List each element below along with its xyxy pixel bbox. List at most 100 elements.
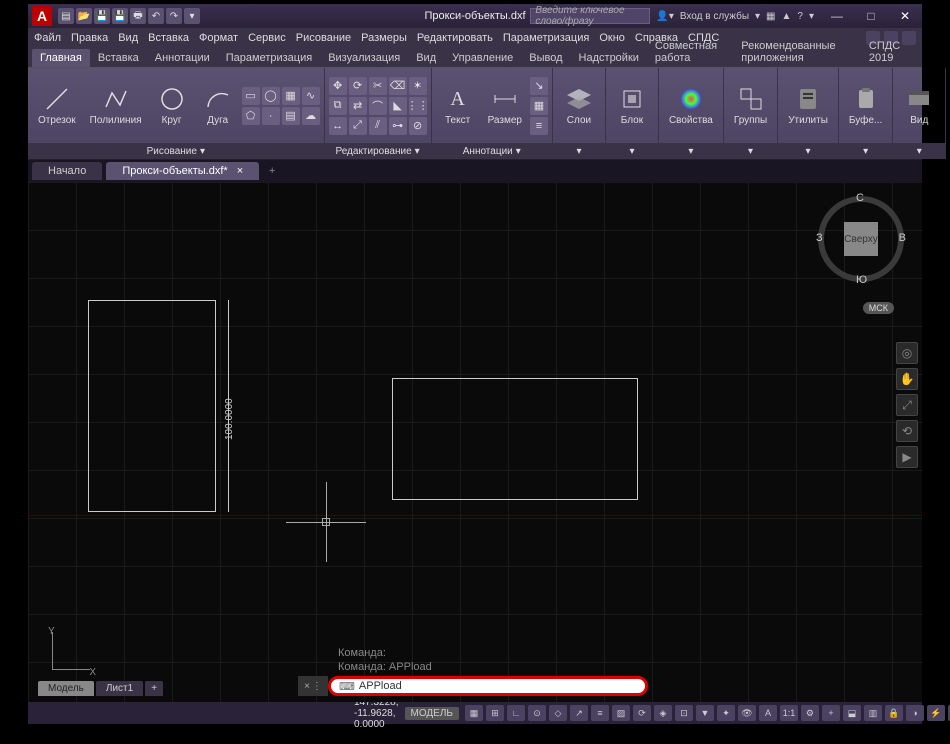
menu-window[interactable]: Окно bbox=[599, 32, 625, 44]
autoscale-icon[interactable]: A bbox=[759, 705, 777, 721]
menu-draw[interactable]: Рисование bbox=[296, 32, 351, 44]
annotation-monitor-icon[interactable]: + bbox=[822, 705, 840, 721]
mirror-icon[interactable]: ⇄ bbox=[349, 97, 367, 115]
annotation-visibility-icon[interactable]: 👁 bbox=[738, 705, 756, 721]
erase-icon[interactable]: ⌫ bbox=[389, 77, 407, 95]
help-search-input[interactable]: Введите ключевое слово/фразу bbox=[530, 8, 650, 24]
ribbontab-annotate[interactable]: Аннотации bbox=[147, 49, 218, 67]
wcs-badge[interactable]: МСК bbox=[863, 302, 894, 314]
layout-sheet1[interactable]: Лист1 bbox=[96, 681, 143, 696]
help-icon[interactable]: ? bbox=[797, 11, 803, 22]
share-icon[interactable]: ▲ bbox=[782, 11, 792, 22]
copy-icon[interactable]: ⧉ bbox=[329, 97, 347, 115]
qat-saveas-icon[interactable]: 💾 bbox=[112, 8, 128, 24]
panel-view[interactable]: Вид ▾ bbox=[893, 68, 946, 159]
isolate-objects-icon[interactable]: ◑ bbox=[906, 705, 924, 721]
join-icon[interactable]: ⊶ bbox=[389, 117, 407, 135]
selection-cycling-icon[interactable]: ⟳ bbox=[633, 705, 651, 721]
text-button[interactable]: A Текст bbox=[436, 83, 480, 128]
close-cmdline-icon[interactable]: × bbox=[304, 681, 310, 692]
menu-dimension[interactable]: Размеры bbox=[361, 32, 407, 44]
spline-icon[interactable]: ∿ bbox=[302, 87, 320, 105]
panel-modify-title[interactable]: Редактирование▾ bbox=[325, 143, 431, 159]
close-button[interactable]: ✕ bbox=[888, 4, 922, 28]
menu-insert[interactable]: Вставка bbox=[148, 32, 189, 44]
stretch-icon[interactable]: ↔ bbox=[329, 117, 347, 135]
table-icon[interactable]: ▦ bbox=[530, 97, 548, 115]
panel-annotate-title[interactable]: Аннотации▾ bbox=[432, 143, 552, 159]
qat-redo-icon[interactable]: ↷ bbox=[166, 8, 182, 24]
drawing-canvas[interactable]: 100.0000 Сверху С Ю В З МСК ◎ ✋ ⤢ ⟲ ▶ Y bbox=[28, 182, 922, 702]
command-line-input[interactable]: ⌨ APPload bbox=[328, 676, 648, 696]
region-icon[interactable]: ▤ bbox=[282, 107, 300, 125]
space-badge[interactable]: МОДЕЛЬ bbox=[405, 707, 459, 720]
qat-save-icon[interactable]: 💾 bbox=[94, 8, 110, 24]
showmotion-icon[interactable]: ▶ bbox=[896, 446, 918, 468]
break-icon[interactable]: ⊘ bbox=[409, 117, 427, 135]
ribbontab-home[interactable]: Главная bbox=[32, 49, 90, 67]
lock-ui-icon[interactable]: 🔒 bbox=[885, 705, 903, 721]
autodesk-app-icon[interactable]: ▦ bbox=[766, 11, 775, 22]
polygon-icon[interactable]: ⬠ bbox=[242, 107, 260, 125]
cmdline-customize-icon[interactable]: ⌨ bbox=[339, 680, 355, 693]
ribbontab-manage[interactable]: Управление bbox=[444, 49, 521, 67]
polyline-button[interactable]: Полилиния bbox=[84, 83, 148, 128]
array-icon[interactable]: ⋮⋮ bbox=[409, 97, 427, 115]
polar-toggle-icon[interactable]: ⊙ bbox=[528, 705, 546, 721]
maximize-button[interactable]: □ bbox=[854, 4, 888, 28]
ribbontab-parametric[interactable]: Параметризация bbox=[218, 49, 320, 67]
rectangle-icon[interactable]: ▭ bbox=[242, 87, 260, 105]
steering-wheel-icon[interactable]: ◎ bbox=[896, 342, 918, 364]
annotation-scale[interactable]: 1:1 bbox=[780, 705, 798, 721]
filetab-start[interactable]: Начало bbox=[32, 162, 102, 180]
hatch-icon[interactable]: ▦ bbox=[282, 87, 300, 105]
lineweight-toggle-icon[interactable]: ≡ bbox=[591, 705, 609, 721]
orbit-icon[interactable]: ⟲ bbox=[896, 420, 918, 442]
close-tab-icon[interactable]: × bbox=[237, 165, 243, 177]
ribbontab-insert[interactable]: Вставка bbox=[90, 49, 147, 67]
app-logo[interactable]: A bbox=[32, 6, 52, 26]
menu-modify[interactable]: Редактировать bbox=[417, 32, 493, 44]
menu-parametric[interactable]: Параметризация bbox=[503, 32, 589, 44]
panel-properties[interactable]: Свойства ▾ bbox=[659, 68, 724, 159]
gizmo-icon[interactable]: ✦ bbox=[717, 705, 735, 721]
ribbontab-collaborate[interactable]: Совместная работа bbox=[647, 37, 733, 67]
panel-groups[interactable]: Группы ▾ bbox=[724, 68, 778, 159]
quick-properties-icon[interactable]: ▥ bbox=[864, 705, 882, 721]
account-icon[interactable]: 👤▾ bbox=[656, 11, 673, 22]
ortho-toggle-icon[interactable]: ∟ bbox=[507, 705, 525, 721]
ellipse-icon[interactable]: ◯ bbox=[262, 87, 280, 105]
grid-toggle-icon[interactable]: ▦ bbox=[465, 705, 483, 721]
zoom-extents-icon[interactable]: ⤢ bbox=[896, 394, 918, 416]
viewcube[interactable]: Сверху С Ю В З bbox=[818, 196, 904, 282]
otrack-toggle-icon[interactable]: ↗ bbox=[570, 705, 588, 721]
ribbontab-featured[interactable]: Рекомендованные приложения bbox=[733, 37, 861, 67]
panel-draw-title[interactable]: Рисование▾ bbox=[28, 143, 324, 159]
filetab-current[interactable]: Прокси-объекты.dxf* × bbox=[106, 162, 259, 180]
qat-new-icon[interactable]: ▤ bbox=[58, 8, 74, 24]
menu-edit[interactable]: Правка bbox=[71, 32, 108, 44]
line-button[interactable]: Отрезок bbox=[32, 83, 82, 128]
circle-button[interactable]: Круг bbox=[150, 83, 194, 128]
chamfer-icon[interactable]: ◣ bbox=[389, 97, 407, 115]
mtext-icon[interactable]: ≡ bbox=[530, 117, 548, 135]
offset-icon[interactable]: ⫽ bbox=[369, 117, 387, 135]
fillet-icon[interactable]: ⌒ bbox=[369, 97, 387, 115]
workspace-switch-icon[interactable]: ⚙ bbox=[801, 705, 819, 721]
snap-toggle-icon[interactable]: ⊞ bbox=[486, 705, 504, 721]
rotate-icon[interactable]: ⟳ bbox=[349, 77, 367, 95]
layout-model[interactable]: Модель bbox=[38, 681, 94, 696]
drawing-rect-2[interactable] bbox=[392, 378, 638, 500]
viewcube-face[interactable]: Сверху bbox=[844, 222, 878, 256]
minimize-button[interactable]: — bbox=[820, 4, 854, 28]
menu-view[interactable]: Вид bbox=[118, 32, 138, 44]
scale-icon[interactable]: ⤢ bbox=[349, 117, 367, 135]
panel-block[interactable]: Блок ▾ bbox=[606, 68, 659, 159]
layout-add-button[interactable]: + bbox=[145, 681, 163, 696]
osnap-toggle-icon[interactable]: ◇ bbox=[549, 705, 567, 721]
menu-tools[interactable]: Сервис bbox=[248, 32, 286, 44]
ribbontab-addins[interactable]: Надстройки bbox=[571, 49, 647, 67]
menu-format[interactable]: Формат bbox=[199, 32, 238, 44]
panel-utilities[interactable]: Утилиты ▾ bbox=[778, 68, 839, 159]
ribbontab-spds[interactable]: СПДС 2019 bbox=[861, 37, 918, 67]
